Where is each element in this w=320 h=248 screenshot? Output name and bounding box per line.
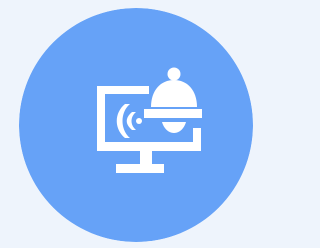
monitor-right-side bbox=[193, 128, 201, 151]
icon-canvas bbox=[0, 0, 254, 248]
monitor-top-cutout bbox=[149, 86, 152, 94]
monitor-stand-neck bbox=[140, 151, 152, 164]
bell-clapper-icon bbox=[162, 122, 186, 133]
monitor-alert-bell-icon bbox=[97, 67, 202, 173]
wave-inner-icon bbox=[126, 112, 136, 130]
monitor-stand-base bbox=[116, 164, 164, 173]
bell-dome-icon bbox=[151, 80, 197, 107]
bell-knob-icon bbox=[167, 67, 181, 81]
bell-side-cutout bbox=[145, 96, 151, 109]
bell-gap-cutout bbox=[144, 118, 202, 122]
wave-center-dot bbox=[136, 118, 142, 124]
monitor-bottom-strip bbox=[97, 142, 201, 151]
monitor-icon bbox=[97, 86, 149, 151]
bell-rim-icon bbox=[144, 109, 202, 118]
